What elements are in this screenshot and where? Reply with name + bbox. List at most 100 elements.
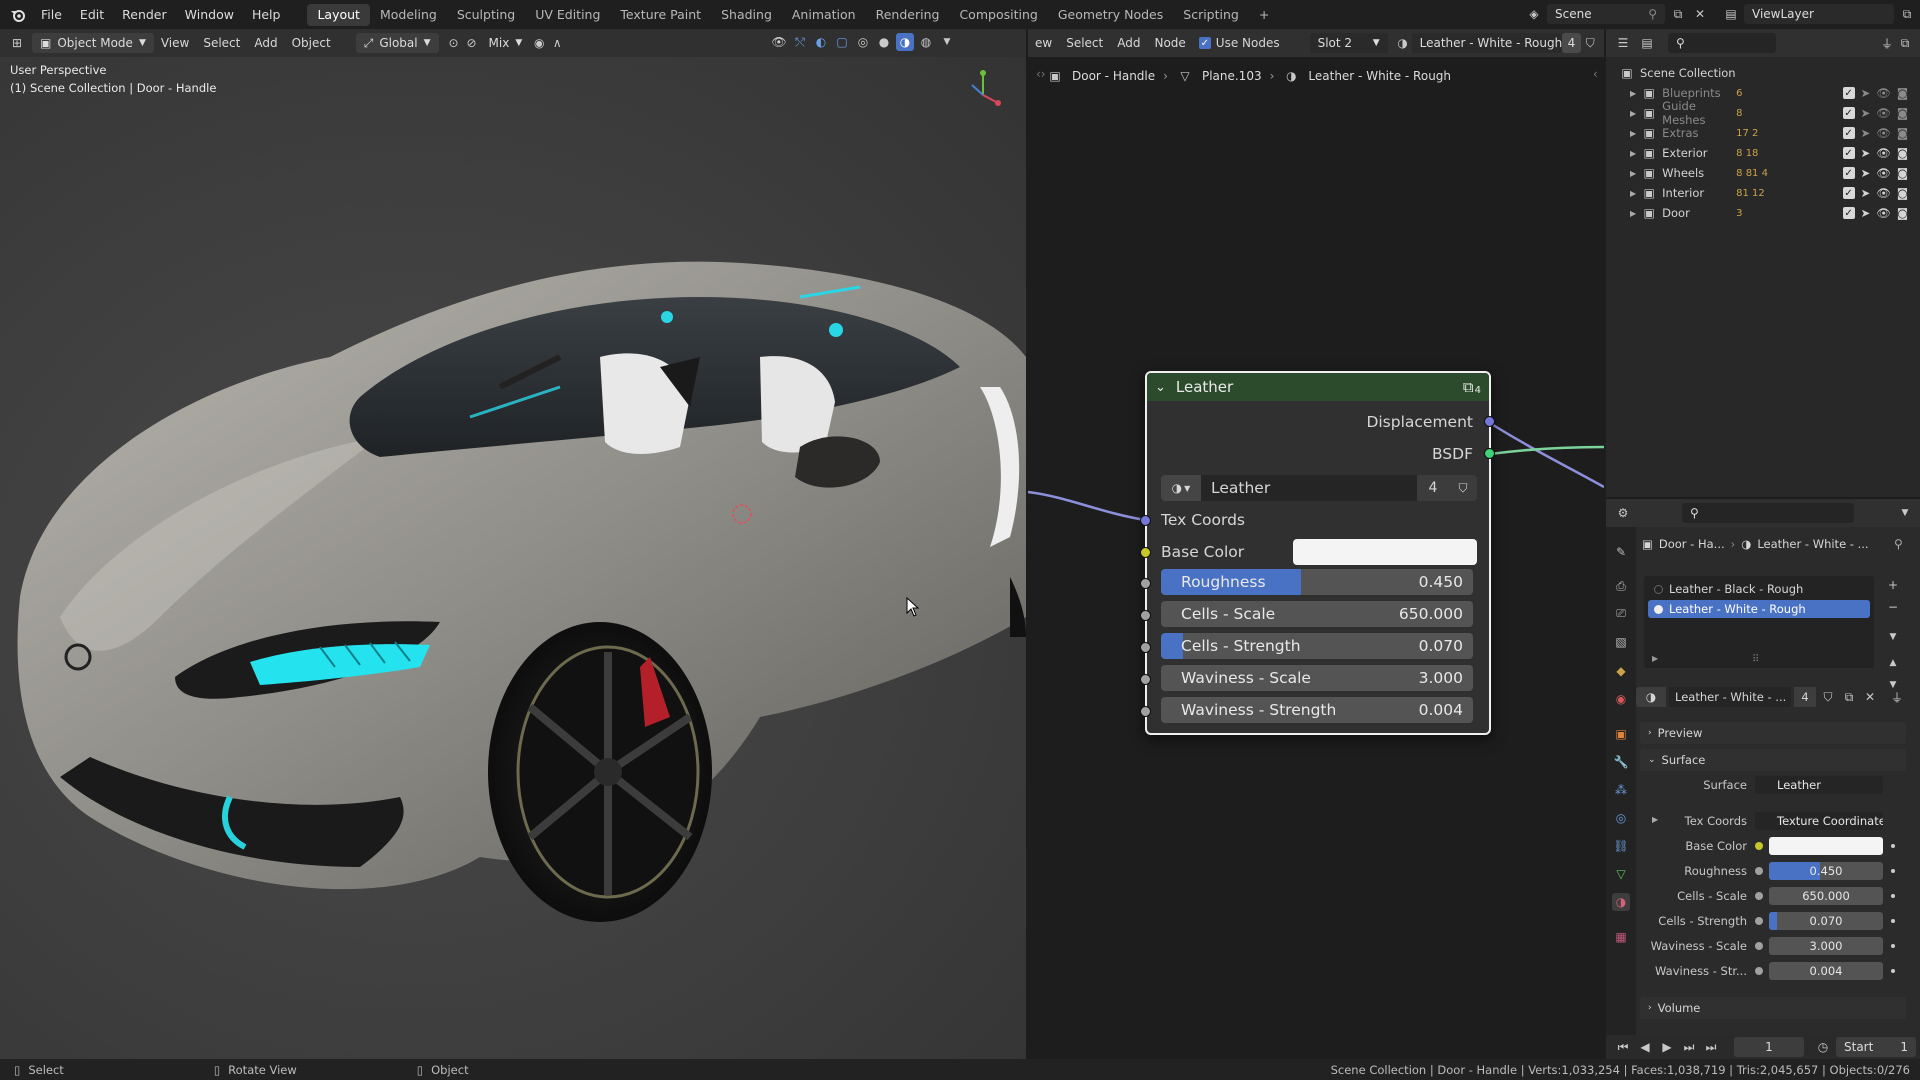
material-slot-list[interactable]: Leather - Black - Rough Leather - White … [1644, 576, 1874, 668]
material-users-badge[interactable]: 4 [1561, 33, 1582, 53]
material-name-field[interactable]: Leather - White - Rough [1411, 33, 1562, 53]
eye-icon[interactable]: 👁 [1876, 206, 1891, 220]
menu-edit[interactable]: Edit [71, 4, 113, 26]
property-value-field[interactable]: 0.450 [1769, 862, 1883, 880]
waviness-strength-field[interactable]: Waviness - Strength 0.004 [1161, 697, 1473, 723]
eye-icon[interactable]: 👁 [1876, 86, 1891, 100]
properties-breadcrumb-material[interactable]: Leather - White - ... [1757, 537, 1868, 551]
exclude-checkbox[interactable]: ✓ [1842, 167, 1855, 179]
keyframe-dot-icon[interactable] [1891, 919, 1895, 923]
base-color-swatch[interactable] [1293, 539, 1477, 565]
camera-icon[interactable]: ◙ [1897, 146, 1908, 160]
socket-tex-coords-in[interactable] [1140, 515, 1151, 526]
world-tab-icon[interactable]: ◉ [1612, 690, 1630, 708]
outliner-editor-icon[interactable]: ☰ [1614, 34, 1632, 52]
clock-icon[interactable]: ◷ [1814, 1038, 1832, 1056]
property-value-field[interactable]: 650.000 [1769, 887, 1883, 905]
viewport-menu-select[interactable]: Select [196, 33, 247, 53]
cells-scale-field[interactable]: Cells - Scale 650.000 [1161, 601, 1473, 627]
display-mode-icon[interactable]: ▤ [1638, 34, 1656, 52]
property-value-field[interactable]: 0.070 [1769, 912, 1883, 930]
pin-icon[interactable]: ⚲ [1894, 537, 1903, 551]
material-browse-icon[interactable]: ◑ [1394, 34, 1412, 52]
surface-panel-header[interactable]: ⌄ Surface [1640, 749, 1906, 771]
transform-orientation-dropdown[interactable]: ⤢ Global ▼ [355, 33, 439, 53]
solid-shading-icon[interactable]: ● [875, 33, 893, 51]
jump-keyframe-icon[interactable]: ⏭ [1680, 1038, 1698, 1056]
tab-geometry-nodes[interactable]: Geometry Nodes [1048, 4, 1173, 26]
expand-arrow-icon[interactable]: ▶ [1630, 89, 1636, 98]
camera-icon[interactable]: ◙ [1897, 166, 1908, 180]
editor-type-icon[interactable]: ⊞ [8, 34, 26, 52]
proportional-edit-icon[interactable]: ◉ [530, 34, 548, 52]
node-group-name-field[interactable]: Leather [1201, 475, 1417, 501]
keyframe-dot-icon[interactable] [1891, 844, 1895, 848]
preview-panel-header[interactable]: › Preview [1640, 722, 1906, 744]
material-datablock-name[interactable]: Leather - White - ... [1669, 687, 1791, 707]
blender-logo-icon[interactable] [8, 6, 28, 24]
visibility-icon[interactable]: 👁 [770, 33, 788, 51]
property-value-field[interactable]: 3.000 [1769, 937, 1883, 955]
properties-search-input[interactable]: ⚲ [1682, 503, 1854, 523]
outliner-item-1[interactable]: ▶ ▣ Guide Meshes 8 ✓ ➤ 👁 ◙ [1606, 99, 1920, 127]
mode-dropdown[interactable]: ▣ Object Mode ▼ [32, 33, 154, 53]
pivot-icon[interactable]: ⊙ [445, 34, 463, 52]
node-menu-select[interactable]: Select [1059, 33, 1110, 53]
jump-start-icon[interactable]: ⏮ [1614, 1038, 1632, 1056]
slot-dropdown[interactable]: Slot 2 ▼ [1309, 33, 1388, 53]
socket-cells-scale-in[interactable] [1140, 610, 1151, 621]
select-arrow-icon[interactable]: ➤ [1861, 206, 1871, 220]
fake-user-shield-icon[interactable]: ⛉ [1449, 475, 1477, 501]
chevron-down-icon[interactable]: ▼ [1896, 504, 1914, 522]
tab-texture-paint[interactable]: Texture Paint [610, 4, 711, 26]
cells-strength-field[interactable]: Cells - Strength 0.070 [1161, 633, 1473, 659]
play-reverse-icon[interactable]: ◀ [1636, 1038, 1654, 1056]
gizmo-icon[interactable]: ⤲ [791, 33, 809, 51]
tab-animation[interactable]: Animation [782, 4, 866, 26]
camera-icon[interactable]: ◙ [1897, 186, 1908, 200]
keyframe-dot-icon[interactable] [1891, 969, 1895, 973]
outliner-item-5[interactable]: ▶ ▣ Interior 81 12 ✓ ➤ 👁 ◙ [1606, 183, 1920, 203]
tool-tab-icon[interactable]: ✎ [1612, 543, 1630, 561]
select-arrow-icon[interactable]: ➤ [1861, 166, 1871, 180]
roughness-field[interactable]: Roughness 0.450 [1161, 569, 1473, 595]
exclude-checkbox[interactable]: ✓ [1842, 187, 1855, 199]
select-arrow-icon[interactable]: ➤ [1861, 146, 1871, 160]
play-icon[interactable]: ▶ [1658, 1038, 1676, 1056]
expand-arrow-icon[interactable]: ▶ [1652, 815, 1658, 824]
base-color-swatch[interactable] [1769, 837, 1883, 855]
wireframe-shading-icon[interactable]: ◎ [854, 33, 872, 51]
socket-cells-strength-in[interactable] [1140, 642, 1151, 653]
start-frame-field[interactable]: Start 1 [1836, 1037, 1916, 1057]
exclude-checkbox[interactable]: ✓ [1842, 207, 1855, 219]
node-menu-view[interactable]: ew [1028, 33, 1059, 53]
outliner-root[interactable]: ▣ Scene Collection [1606, 63, 1920, 83]
viewport-menu-add[interactable]: Add [247, 33, 284, 53]
outliner-search-input[interactable]: ⚲ [1668, 33, 1776, 53]
expand-arrow-icon[interactable]: ▶ [1630, 129, 1636, 138]
new-collection-icon[interactable]: ⧉ [1896, 34, 1914, 52]
menu-window[interactable]: Window [176, 4, 243, 26]
car-model[interactable] [0, 57, 1026, 1059]
exclude-checkbox[interactable]: ✓ [1842, 147, 1855, 159]
node-menu-add[interactable]: Add [1110, 33, 1147, 53]
new-viewlayer-icon[interactable]: ⧉ [1898, 5, 1916, 23]
node-group-browse-button[interactable]: ◑ ▼ [1161, 475, 1201, 501]
rendered-shading-icon[interactable]: ◍ [917, 33, 935, 51]
tab-scripting[interactable]: Scripting [1173, 4, 1249, 26]
expand-arrow-icon[interactable]: ▶ [1630, 149, 1636, 158]
node-collapse-icon[interactable]: ⌄ [1155, 380, 1166, 395]
outliner-item-4[interactable]: ▶ ▣ Wheels 8 81 4 ✓ ➤ 👁 ◙ [1606, 163, 1920, 183]
snap-mode-dropdown[interactable]: Mix ▼ [481, 33, 531, 53]
chevron-down-icon[interactable]: ▼ [938, 33, 956, 51]
camera-icon[interactable]: ◙ [1897, 206, 1908, 220]
eye-icon[interactable]: 👁 [1876, 166, 1891, 180]
jump-end-icon[interactable]: ⏭ [1702, 1038, 1720, 1056]
expand-arrow-icon[interactable]: ▶ [1630, 209, 1636, 218]
camera-icon[interactable]: ◙ [1897, 106, 1908, 120]
filter-icon[interactable]: ⏚ [1878, 34, 1896, 52]
node-header[interactable]: ⌄ Leather ⧉ 4 [1147, 373, 1489, 401]
render-tab-icon[interactable]: ⎙ [1612, 577, 1630, 595]
properties-editor-icon[interactable]: ⚙ [1614, 504, 1632, 522]
socket-roughness-in[interactable] [1140, 578, 1151, 589]
